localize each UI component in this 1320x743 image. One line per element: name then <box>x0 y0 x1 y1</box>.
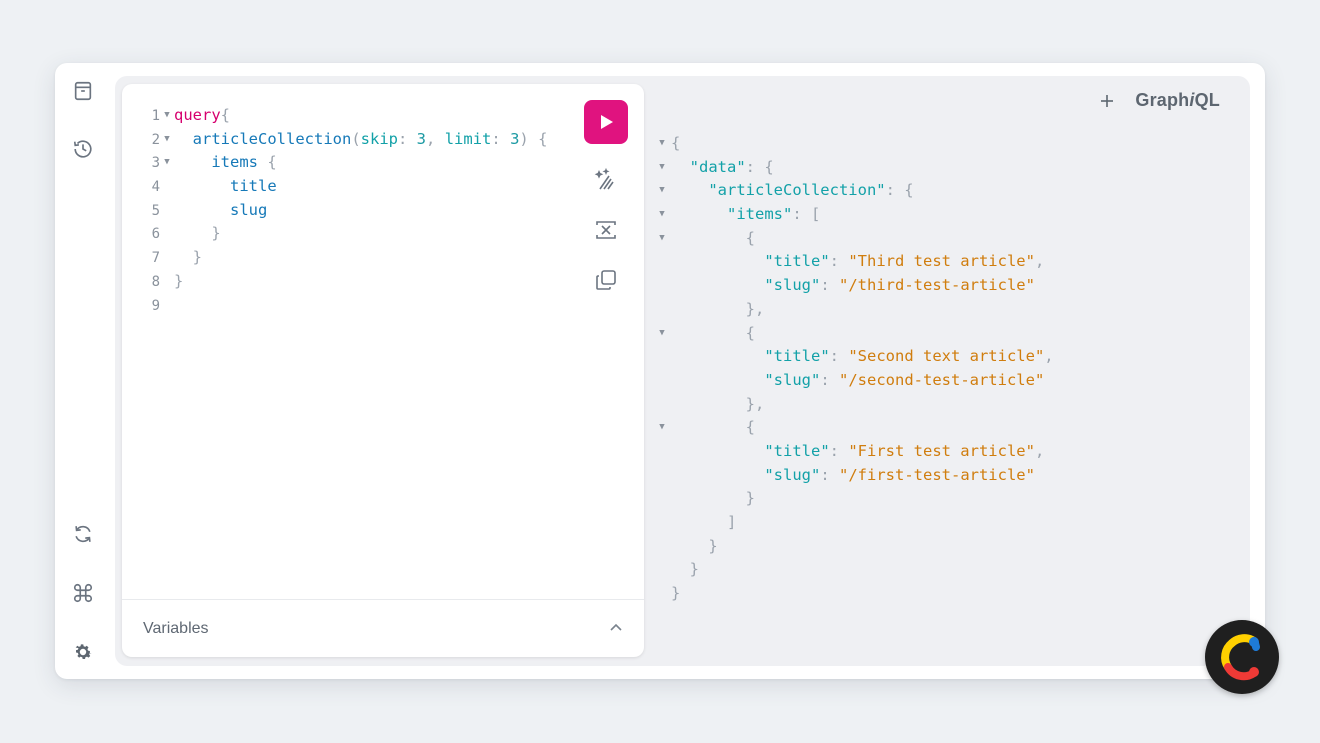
graphiql-window: 1 ▼ query{ 2 ▼ articleCollection(skip: 3, l… <box>55 63 1265 679</box>
code-line: 4 title <box>122 175 562 199</box>
add-tab-icon[interactable] <box>1099 93 1115 109</box>
brace: } <box>174 271 184 290</box>
code-line: 9 <box>122 294 562 318</box>
header-actions: GraphiQL <box>1099 90 1220 111</box>
argument-name: limit <box>444 129 492 148</box>
chevron-up-icon[interactable] <box>608 620 624 636</box>
line-number: 7 <box>151 250 160 267</box>
colon: : <box>491 129 501 148</box>
result-title-value: "Second text article" <box>848 347 1045 366</box>
argument-value: 3 <box>416 129 427 148</box>
fold-arrow-icon[interactable]: ▼ <box>655 156 669 180</box>
code-line: 6 } <box>122 222 562 246</box>
fold-arrow-icon[interactable]: ▼ <box>655 322 669 346</box>
code-line: 1 ▼ query{ <box>122 104 562 128</box>
fold-arrow-icon[interactable]: ▼ <box>655 416 669 440</box>
argument-value: 3 <box>510 129 520 148</box>
contentful-logo-icon <box>1205 620 1279 694</box>
graphiql-logo: GraphiQL <box>1135 90 1220 110</box>
sidebar <box>55 63 113 679</box>
code-line: 5 slug <box>122 199 562 223</box>
main-content: 1 ▼ query{ 2 ▼ articleCollection(skip: 3, l… <box>115 76 1250 666</box>
paren: ) <box>519 129 529 148</box>
query-editor[interactable]: 1 ▼ query{ 2 ▼ articleCollection(skip: 3, l… <box>122 84 644 657</box>
line-number: 6 <box>151 226 160 243</box>
result-slug-value: "/first-test-article" <box>839 465 1035 484</box>
prettify-button[interactable] <box>584 166 628 194</box>
copy-icon <box>596 270 616 290</box>
line-number: 5 <box>151 202 160 219</box>
field-name: slug <box>230 200 268 219</box>
field-name: articleCollection <box>192 129 352 148</box>
brace: { <box>538 129 548 148</box>
variables-label: Variables <box>143 620 209 637</box>
fold-arrow-icon[interactable]: ▼ <box>655 132 669 156</box>
settings-icon[interactable] <box>70 639 96 665</box>
brace: { <box>220 106 231 124</box>
code-line: 2 ▼ articleCollection(skip: 3, limit: 3) … <box>122 128 562 152</box>
colon: : <box>397 129 408 148</box>
query-code[interactable]: 1 ▼ query{ 2 ▼ articleCollection(skip: 3, l… <box>122 104 562 317</box>
paren: ( <box>351 129 361 148</box>
line-number: 4 <box>151 179 160 196</box>
fold-arrow-icon[interactable]: ▼ <box>655 227 669 251</box>
refetch-schema-icon[interactable] <box>70 521 96 547</box>
comma: , <box>426 129 436 148</box>
field-name: items <box>211 153 258 172</box>
execute-query-button[interactable] <box>584 100 628 144</box>
line-number: 8 <box>151 273 160 290</box>
docs-icon[interactable] <box>70 78 96 104</box>
merge-icon <box>596 221 616 239</box>
variables-panel[interactable]: Variables <box>122 599 644 658</box>
code-line: 3 ▼ items { <box>122 151 562 175</box>
fold-arrow-icon[interactable]: ▼ <box>160 151 174 175</box>
play-icon <box>601 115 613 129</box>
query-keyword: query <box>174 106 221 124</box>
merge-fragments-button[interactable] <box>584 216 628 244</box>
line-number: 3 <box>151 155 160 172</box>
result-title-value: "First test article" <box>848 441 1035 460</box>
fold-arrow-icon[interactable]: ▼ <box>160 104 174 128</box>
argument-name: skip <box>360 129 398 148</box>
result-slug-value: "/second-test-article" <box>839 370 1045 389</box>
magic-wand-icon <box>594 168 614 190</box>
code-line: 8} <box>122 270 562 294</box>
line-number: 2 <box>151 131 160 148</box>
brace: } <box>192 248 203 267</box>
shortcuts-icon[interactable] <box>70 580 96 606</box>
fold-arrow-icon[interactable]: ▼ <box>160 128 174 152</box>
field-name: title <box>230 177 277 196</box>
result-viewer[interactable]: ▼{ ▼ "data": { ▼ "articleCollection": { … <box>655 132 1215 606</box>
result-slug-value: "/third-test-article" <box>839 276 1035 295</box>
fold-arrow-icon[interactable]: ▼ <box>655 203 669 227</box>
brace: { <box>267 153 277 172</box>
code-line: 7 } <box>122 246 562 270</box>
line-number: 9 <box>151 297 160 314</box>
brace: } <box>211 224 221 243</box>
line-number: 1 <box>151 108 160 124</box>
copy-query-button[interactable] <box>584 266 628 294</box>
result-title-value: "Third test article" <box>848 252 1035 271</box>
history-icon[interactable] <box>70 136 96 162</box>
editor-toolbar <box>584 100 628 294</box>
fold-arrow-icon[interactable]: ▼ <box>655 179 669 203</box>
